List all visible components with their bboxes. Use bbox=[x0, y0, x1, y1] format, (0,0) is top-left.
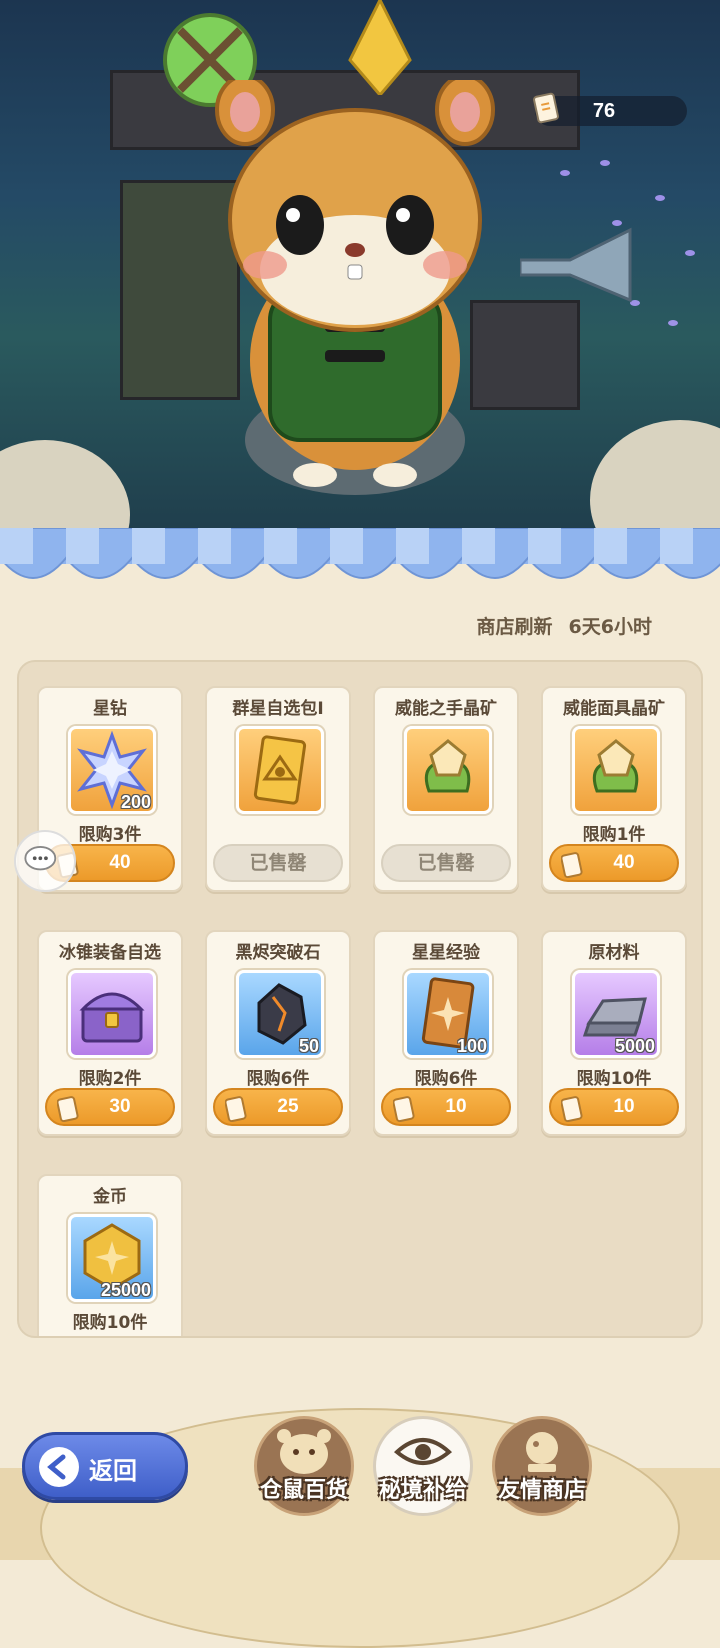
refresh-label: 商店刷新 bbox=[476, 616, 553, 638]
item-quantity: 5000 bbox=[614, 1036, 655, 1056]
item-price: 40 bbox=[613, 852, 635, 873]
chat-button[interactable] bbox=[14, 830, 76, 892]
treasure-chest-icon bbox=[79, 992, 145, 1043]
item-name: 金币 bbox=[93, 1187, 127, 1207]
eye-card-icon bbox=[253, 735, 307, 805]
back-button[interactable]: 返回 bbox=[22, 1432, 188, 1500]
item-name: 黑烬突破石 bbox=[235, 943, 321, 963]
item-icon-frame bbox=[236, 726, 324, 814]
item-icon-frame: 200 bbox=[68, 726, 156, 814]
shop-item-card[interactable]: 金币 25000 限购10件 bbox=[37, 1174, 183, 1336]
item-name: 威能面具晶矿 bbox=[563, 699, 665, 719]
shop-item-card[interactable]: 星星经验 100 限购6件 10 bbox=[373, 930, 519, 1136]
item-quantity: 200 bbox=[120, 792, 151, 812]
item-icon-frame bbox=[572, 726, 660, 814]
hamster-icon bbox=[277, 1429, 331, 1474]
back-arrow-icon bbox=[39, 1447, 79, 1487]
item-price: 30 bbox=[109, 1096, 131, 1117]
item-name: 星星经验 bbox=[412, 943, 480, 963]
buy-button[interactable]: 25 bbox=[213, 1088, 343, 1126]
purchase-limit: 限购6件 bbox=[246, 1069, 310, 1089]
item-name: 原材料 bbox=[588, 943, 640, 963]
shop-scene: 76 bbox=[0, 0, 720, 560]
item-name: 群星自选包Ⅰ bbox=[232, 699, 324, 719]
chat-icon bbox=[24, 846, 57, 871]
crystal-ore-icon bbox=[592, 739, 639, 793]
item-name: 冰锥装备自选 bbox=[59, 943, 161, 963]
item-name: 星钻 bbox=[93, 699, 127, 719]
crystal-ore-icon bbox=[424, 739, 471, 793]
crystal-ball-icon bbox=[526, 1432, 558, 1472]
purchase-limit: 限购10件 bbox=[576, 1069, 652, 1089]
sold-out-label: 已售罄 bbox=[381, 844, 511, 882]
refresh-time: 6天6小时 bbox=[568, 616, 652, 638]
buy-button[interactable]: 10 bbox=[549, 1088, 679, 1126]
shop-item-card[interactable]: 群星自选包Ⅰ 已售罄 bbox=[205, 686, 351, 892]
tab-label: 秘境补给 bbox=[378, 1478, 467, 1503]
hamster-merchant bbox=[215, 80, 495, 495]
tab-hamster-store[interactable]: 仓鼠百货 bbox=[250, 1412, 358, 1520]
item-icon-frame: 5000 bbox=[572, 970, 660, 1058]
tab-label: 友情商店 bbox=[497, 1478, 586, 1503]
shop-item-card[interactable]: 威能之手晶矿 已售罄 bbox=[373, 686, 519, 892]
shop-item-card[interactable]: 原材料 5000 限购10件 10 bbox=[541, 930, 687, 1136]
item-icon-frame bbox=[404, 726, 492, 814]
buy-button[interactable]: 30 bbox=[45, 1088, 175, 1126]
item-icon-frame: 100 bbox=[404, 970, 492, 1058]
back-label: 返回 bbox=[89, 1457, 137, 1485]
tab-secret-supply[interactable]: 秘境补给 bbox=[369, 1412, 477, 1520]
shop-item-card[interactable]: 冰锥装备自选 限购2件 30 bbox=[37, 930, 183, 1136]
shop-awning bbox=[0, 528, 720, 579]
shop-refresh-timer: 商店刷新 6天6小时 bbox=[477, 612, 652, 639]
shop-item-grid: 星钻 200 限购3件 40 群星自选包Ⅰ 已售罄 威能之手晶矿 已售罄 威能面… bbox=[17, 660, 703, 1338]
item-price: 40 bbox=[109, 852, 131, 873]
shop-item-card[interactable]: 威能面具晶矿 限购1件 40 bbox=[541, 686, 687, 892]
purchase-limit: 限购10件 bbox=[72, 1313, 148, 1333]
sold-out-label: 已售罄 bbox=[213, 844, 343, 882]
eye-emblem-icon bbox=[393, 1438, 453, 1465]
buy-button[interactable]: 40 bbox=[549, 844, 679, 882]
item-icon-frame: 50 bbox=[236, 970, 324, 1058]
purchase-limit: 限购1件 bbox=[582, 825, 646, 845]
tab-friendship-shop[interactable]: 友情商店 bbox=[488, 1412, 596, 1520]
buy-button[interactable]: 10 bbox=[381, 1088, 511, 1126]
item-name: 威能之手晶矿 bbox=[395, 699, 497, 719]
item-quantity: 25000 bbox=[100, 1280, 151, 1300]
ticket-count: 76 bbox=[592, 100, 616, 122]
item-price: 10 bbox=[445, 1096, 467, 1117]
ticket-counter: 76 bbox=[533, 92, 687, 126]
item-icon-frame bbox=[68, 970, 156, 1058]
item-price: 25 bbox=[277, 1096, 299, 1117]
item-quantity: 100 bbox=[456, 1036, 487, 1056]
purchase-limit: 限购2件 bbox=[78, 1069, 142, 1089]
purchase-limit: 限购6件 bbox=[414, 1069, 478, 1089]
axe-icon bbox=[520, 227, 632, 303]
item-price: 10 bbox=[613, 1096, 635, 1117]
item-quantity: 50 bbox=[298, 1036, 319, 1056]
item-icon-frame: 25000 bbox=[68, 1214, 156, 1302]
tab-label: 仓鼠百货 bbox=[259, 1478, 348, 1503]
shop-item-card[interactable]: 黑烬突破石 50 限购6件 25 bbox=[205, 930, 351, 1136]
